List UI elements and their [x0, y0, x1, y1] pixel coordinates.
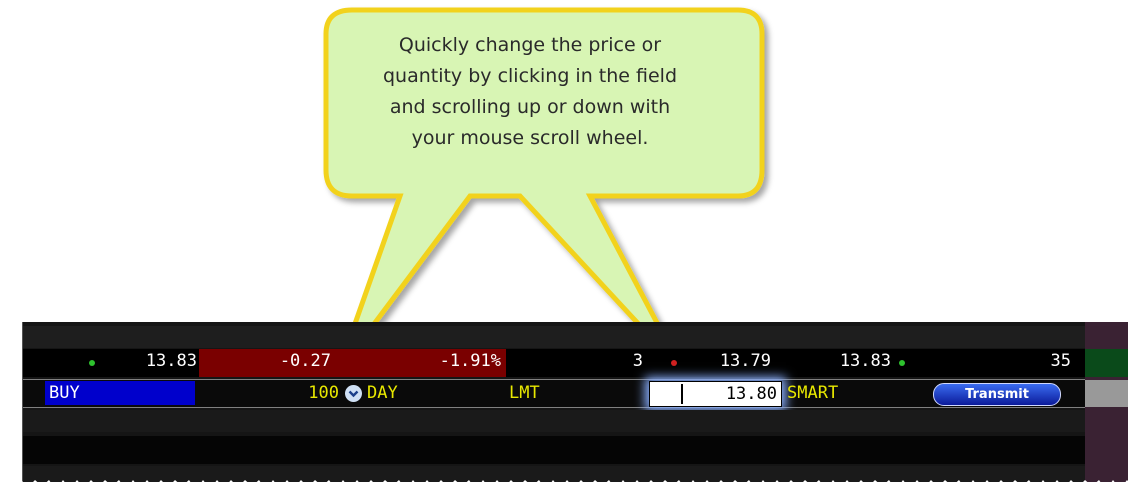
callout-line-4: your mouse scroll wheel.: [411, 127, 649, 149]
limit-price-field[interactable]: 13.80: [649, 381, 782, 407]
callout-line-2: quantity by clicking in the field: [382, 65, 678, 87]
time-in-force[interactable]: DAY: [367, 381, 398, 405]
callout-line-3: and scrolling up or down with: [389, 96, 671, 118]
order-row[interactable]: BUY 100 DAY LMT 13.80 SMART Transmit: [23, 379, 1128, 408]
quantity-field[interactable]: 100: [243, 381, 339, 405]
market-data-row[interactable]: 13.83 -0.27 -1.91% 3 13.79 13.83 35: [23, 349, 1128, 377]
right-column-green-cell: [1085, 349, 1128, 377]
empty-row: [23, 410, 1128, 432]
order-type[interactable]: LMT: [509, 381, 540, 405]
empty-row: [23, 436, 1128, 464]
bid-size: 3: [632, 351, 643, 371]
destination[interactable]: SMART: [787, 381, 838, 405]
right-column-grey-cell: [1085, 380, 1128, 407]
callout-text: Quickly change the price or quantity by …: [330, 30, 730, 154]
empty-row-top: [23, 326, 1128, 348]
text-cursor-icon: [681, 384, 683, 404]
action-cell[interactable]: BUY: [45, 381, 195, 405]
bid-price: 13.79: [719, 351, 771, 371]
last-price: 13.83: [145, 351, 197, 371]
callout-line-1: Quickly change the price or: [398, 34, 662, 56]
transmit-button[interactable]: Transmit: [933, 383, 1061, 406]
ask-price: 13.83: [839, 351, 891, 371]
change-value: -0.27: [279, 351, 331, 371]
limit-price-value: 13.80: [725, 384, 777, 404]
ask-tick-dot-icon: [899, 360, 905, 366]
change-percent: -1.91%: [439, 351, 501, 371]
order-entry-panel: 13.83 -0.27 -1.91% 3 13.79 13.83 35 BUY …: [22, 322, 1128, 482]
ask-size: 35: [1050, 351, 1071, 371]
action-label: BUY: [49, 383, 80, 403]
last-tick-dot-icon: [89, 360, 95, 366]
chevron-down-icon[interactable]: [345, 385, 362, 402]
torn-edge: [0, 480, 1128, 501]
bid-tick-dot-icon: [671, 360, 677, 366]
